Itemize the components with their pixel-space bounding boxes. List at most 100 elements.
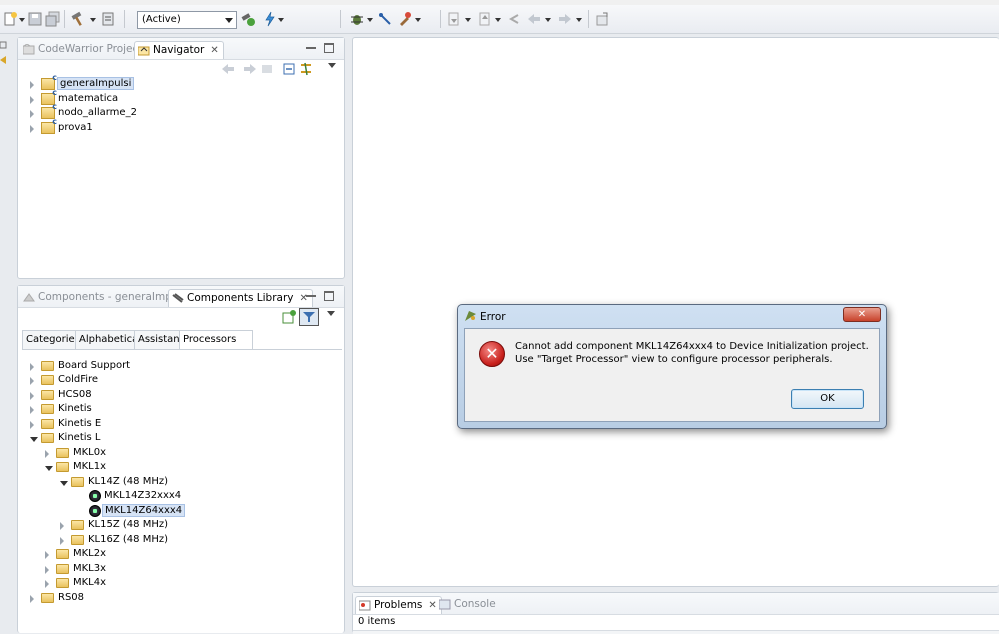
expand-icon[interactable] xyxy=(30,392,34,400)
close-icon[interactable]: ✕ xyxy=(210,45,218,56)
debug-dropdown-icon[interactable] xyxy=(367,18,373,22)
nav-history-icons[interactable] xyxy=(221,62,276,76)
expand-icon[interactable] xyxy=(30,363,34,371)
build-dropdown-icon[interactable] xyxy=(90,18,96,22)
filter-button[interactable] xyxy=(299,308,319,326)
toolbar-separator xyxy=(340,10,341,28)
tab-components-library[interactable]: Components Library ✕ xyxy=(168,289,313,307)
library-icon xyxy=(172,293,184,303)
navigator-panel: CodeWarrior Projects Navigator ✕ generaIm… xyxy=(17,37,345,279)
folder-icon xyxy=(56,564,69,574)
toolbar-separator xyxy=(124,10,125,28)
folder-icon xyxy=(56,448,69,458)
toolbar-separator xyxy=(588,10,589,28)
next-annotation-dropdown-icon[interactable] xyxy=(465,18,471,22)
expand-icon[interactable] xyxy=(60,522,64,530)
collapse-icon[interactable] xyxy=(60,481,68,486)
expand-icon[interactable] xyxy=(30,421,34,429)
external-tools-icon[interactable] xyxy=(397,11,413,27)
navigator-tabrow: CodeWarrior Projects Navigator ✕ xyxy=(18,38,344,60)
tab-problems[interactable]: Problems ✕ xyxy=(355,596,442,614)
prev-annotation-dropdown-icon[interactable] xyxy=(495,18,501,22)
expand-icon[interactable] xyxy=(30,377,34,385)
maximize-icon[interactable] xyxy=(324,43,334,53)
expand-icon[interactable] xyxy=(30,96,34,104)
pin-editor-icon[interactable] xyxy=(594,11,610,27)
problems-icon xyxy=(359,600,371,611)
tab-navigator[interactable]: Navigator ✕ xyxy=(134,41,224,59)
toolbar-separator xyxy=(64,10,65,28)
tools-dropdown-icon[interactable] xyxy=(415,18,421,22)
minimize-icon[interactable] xyxy=(306,291,316,297)
new-icon[interactable] xyxy=(2,11,18,27)
expand-icon[interactable] xyxy=(30,595,34,603)
view-menu-icon[interactable] xyxy=(327,311,335,316)
build-hammer-icon[interactable] xyxy=(70,11,86,27)
maximize-icon[interactable] xyxy=(324,291,334,301)
tree-label: MKL0x xyxy=(73,447,107,458)
dialog-close-button[interactable]: ✕ xyxy=(843,307,881,322)
folder-icon xyxy=(41,593,54,603)
collapse-link-icons[interactable] xyxy=(283,62,315,76)
build-configuration-combo[interactable]: (Active) xyxy=(137,11,237,29)
folder-icon xyxy=(41,433,54,443)
tree-label: MKL3x xyxy=(73,563,107,574)
folder-icon xyxy=(56,549,69,559)
ok-button[interactable]: OK xyxy=(791,389,864,409)
new-dropdown-icon[interactable] xyxy=(19,18,25,22)
expand-icon[interactable] xyxy=(45,551,49,559)
tree-label: ColdFire xyxy=(58,374,99,385)
back-arrow-icon[interactable] xyxy=(526,11,542,27)
components-tabrow: Components - generaImpulsi Components Li… xyxy=(18,286,344,308)
tree-label: MKL14Z32xxx4 xyxy=(104,490,182,501)
tab-console[interactable]: Console xyxy=(436,596,500,614)
tree-label: MKL14Z64xxx4 xyxy=(102,504,186,517)
next-annotation-icon[interactable] xyxy=(446,11,462,27)
run-icon[interactable] xyxy=(377,11,393,27)
tree-label: RS08 xyxy=(58,592,85,603)
collapse-icon[interactable] xyxy=(45,466,53,471)
folder-icon xyxy=(56,462,69,472)
components-panel: Components - generaImpulsi Components Li… xyxy=(17,285,345,633)
forward-arrow-icon[interactable] xyxy=(557,11,573,27)
last-edit-icon[interactable] xyxy=(506,11,522,27)
folder-icon xyxy=(41,404,54,414)
flash-programmer-icon[interactable] xyxy=(262,11,278,27)
expand-icon[interactable] xyxy=(30,125,34,133)
expand-icon[interactable] xyxy=(30,81,34,89)
error-icon: ✕ xyxy=(479,341,505,367)
chevron-down-icon xyxy=(225,18,233,23)
toolbar-separator xyxy=(440,10,441,28)
error-message: Cannot add component MKL14Z64xxx4 to Dev… xyxy=(515,341,869,365)
dialog-title: Error xyxy=(480,311,506,323)
flash-dropdown-icon[interactable] xyxy=(278,18,284,22)
minimize-icon[interactable] xyxy=(306,43,316,49)
subtab-label: Processors xyxy=(183,334,237,345)
debug-bug-icon[interactable] xyxy=(349,11,365,27)
view-menu-icon[interactable] xyxy=(328,63,336,68)
back-dropdown-icon[interactable] xyxy=(545,18,551,22)
navigator-icon xyxy=(138,46,150,56)
tab-label: Navigator xyxy=(153,44,205,56)
expand-icon[interactable] xyxy=(30,406,34,414)
collapse-icon[interactable] xyxy=(30,437,38,442)
build-config-icon[interactable] xyxy=(100,11,116,27)
expand-icon[interactable] xyxy=(30,110,34,118)
expand-icon[interactable] xyxy=(45,580,49,588)
expand-icon[interactable] xyxy=(45,450,49,458)
add-component-icon[interactable] xyxy=(282,310,296,324)
forward-dropdown-icon[interactable] xyxy=(576,18,582,22)
expand-icon[interactable] xyxy=(60,537,64,545)
tab-codewarrior-projects[interactable]: CodeWarrior Projects xyxy=(20,41,152,59)
left-trim-icon[interactable] xyxy=(0,40,8,70)
tree-label: Kinetis xyxy=(58,403,92,414)
save-icon[interactable] xyxy=(27,11,43,27)
tab-processors[interactable]: Processors xyxy=(179,330,254,349)
processor-chip-icon xyxy=(89,490,101,502)
save-all-icon[interactable] xyxy=(45,11,61,27)
expand-icon[interactable] xyxy=(45,566,49,574)
folder-icon xyxy=(71,520,84,530)
prev-annotation-icon[interactable] xyxy=(477,11,493,27)
folder-icon xyxy=(41,419,54,429)
build-all-icon[interactable] xyxy=(240,11,256,27)
